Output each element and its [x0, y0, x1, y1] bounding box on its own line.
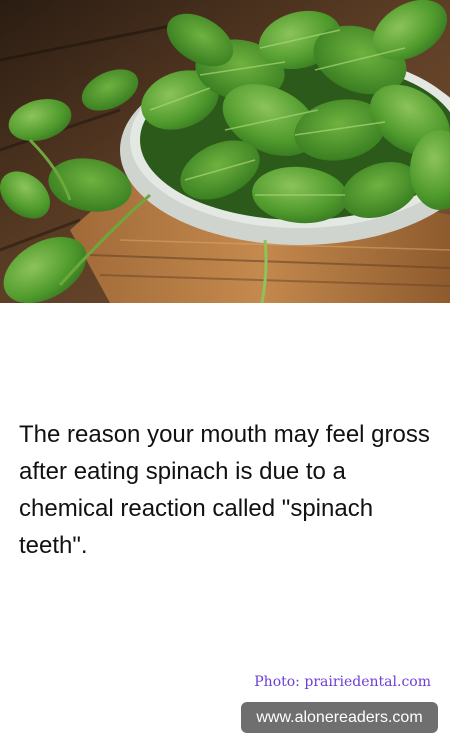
caption-text: The reason your mouth may feel gross aft… [19, 421, 430, 559]
photo-credit: Photo: prairiedental.com [254, 674, 431, 690]
spinach-photo-illustration [0, 0, 450, 303]
spinach-photo [0, 0, 450, 303]
site-badge: www.alonereaders.com [241, 702, 438, 733]
